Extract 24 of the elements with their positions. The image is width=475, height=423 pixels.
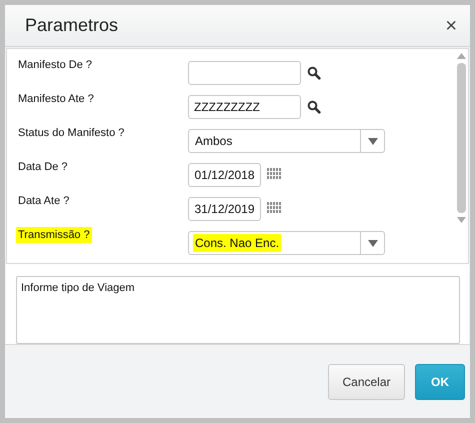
scroll-down-icon[interactable] <box>456 217 466 223</box>
close-button[interactable]: × <box>442 16 460 36</box>
calendar-icon[interactable] <box>267 202 282 214</box>
help-text: Informe tipo de Viagem <box>21 282 135 294</box>
search-icon[interactable] <box>307 100 321 114</box>
calendar-icon[interactable] <box>267 168 282 180</box>
dropdown[interactable]: Ambos <box>188 129 385 153</box>
field-label: Transmissão ? <box>18 229 90 241</box>
text-field[interactable] <box>188 61 301 85</box>
text-field[interactable]: ZZZZZZZZZ <box>188 95 301 119</box>
dropdown[interactable]: Cons. Nao Enc. <box>188 231 385 255</box>
field-label: Manifesto De ? <box>18 59 92 71</box>
date-field[interactable]: 01/12/2018 <box>188 163 261 187</box>
cancel-button[interactable]: Cancelar <box>328 364 405 400</box>
field-label: Data De ? <box>18 161 68 173</box>
caret-icon <box>368 240 378 246</box>
field-label: Data Ate ? <box>18 195 70 207</box>
field-label: Status do Manifesto ? <box>18 127 124 139</box>
search-icon[interactable] <box>307 66 321 80</box>
caret-icon <box>368 138 378 144</box>
date-field[interactable]: 31/12/2019 <box>188 197 261 221</box>
field-label: Manifesto Ate ? <box>18 93 94 105</box>
scroll-up-icon[interactable] <box>456 53 466 59</box>
window-title: Parametros <box>25 15 118 36</box>
